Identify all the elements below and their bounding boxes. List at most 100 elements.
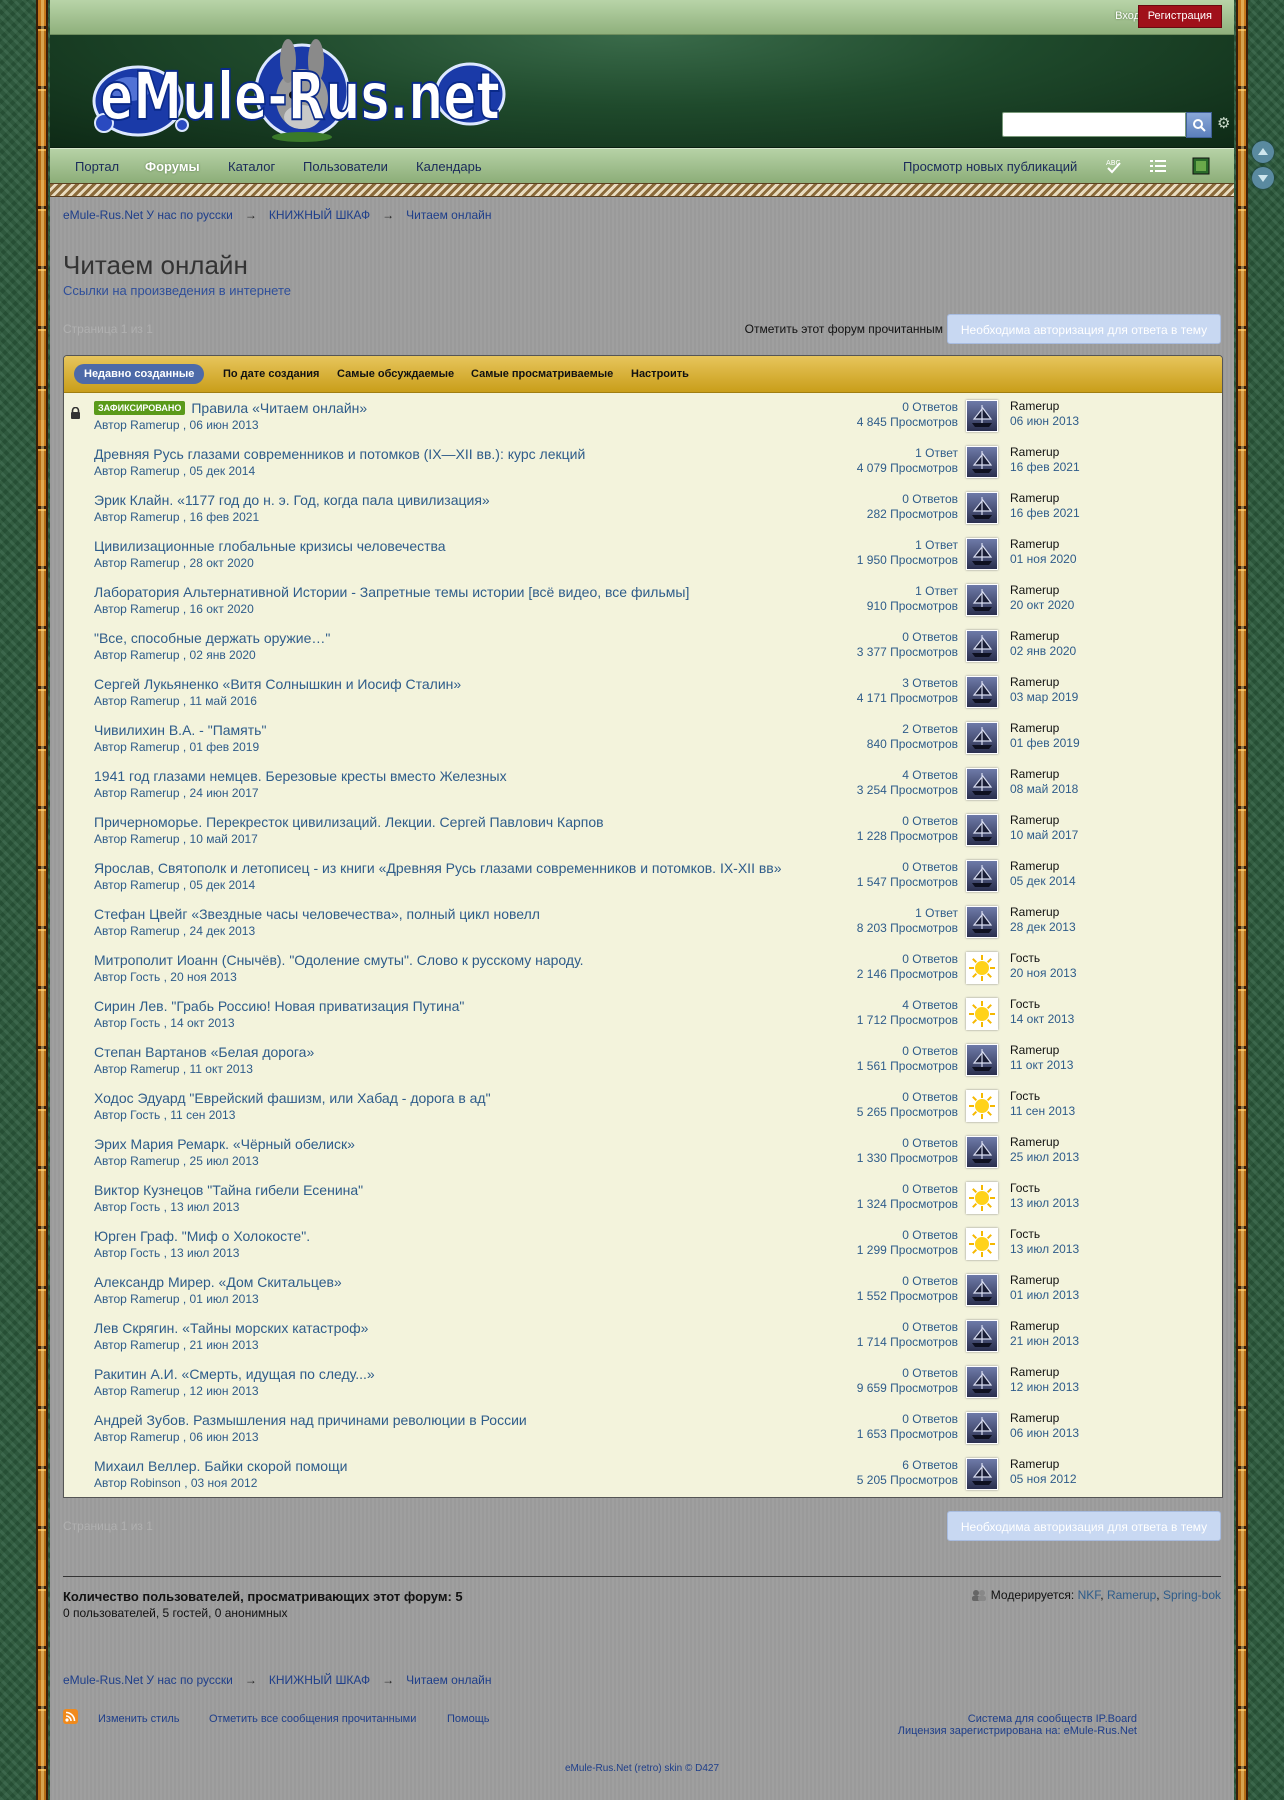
last-poster-name[interactable]: Гость [1010,997,1040,1011]
last-poster-avatar[interactable] [966,492,998,524]
scroll-up-button[interactable] [1252,141,1274,163]
mark-forum-read-link[interactable]: Отметить этот форум прочитанным [745,322,943,336]
topic-title-link[interactable]: Степан Вартанов «Белая дорога» [94,1044,314,1060]
last-post-date[interactable]: 02 янв 2020 [1010,644,1076,658]
topic-title-link[interactable]: Лев Скрягин. «Тайны морских катастроф» [94,1320,368,1336]
nav-new-posts[interactable]: Просмотр новых публикаций [903,159,1077,174]
topic-title-link[interactable]: Стефан Цвейг «Звездные часы человечества… [94,906,540,922]
breadcrumb-item[interactable]: eMule-Rus.Net У нас по русски [63,1673,233,1687]
last-post-date[interactable]: 12 июн 2013 [1010,1380,1079,1394]
last-poster-name[interactable]: Ramerup [1010,445,1059,459]
sort-recent[interactable]: Недавно созданные [74,364,205,384]
last-poster-name[interactable]: Ramerup [1010,767,1059,781]
last-poster-name[interactable]: Ramerup [1010,537,1059,551]
topic-title-link[interactable]: Ракитин А.И. «Смерть, идущая по следу...… [94,1366,375,1382]
nav-portal[interactable]: Портал [75,159,119,174]
last-poster-name[interactable]: Гость [1010,1227,1040,1241]
last-poster-name[interactable]: Ramerup [1010,583,1059,597]
last-poster-avatar[interactable] [966,952,998,984]
last-poster-name[interactable]: Ramerup [1010,491,1059,505]
last-post-date[interactable]: 21 июн 2013 [1010,1334,1079,1348]
last-poster-avatar[interactable] [966,1090,998,1122]
last-post-date[interactable]: 08 май 2018 [1010,782,1078,796]
search-input[interactable] [1002,112,1186,137]
topic-title-link[interactable]: Александр Мирер. «Дом Скитальцев» [94,1274,342,1290]
topic-title-link[interactable]: "Все, способные держать оружие…" [94,630,330,646]
last-poster-name[interactable]: Ramerup [1010,1319,1059,1333]
last-poster-avatar[interactable] [966,1228,998,1260]
last-post-date[interactable]: 16 фев 2021 [1010,506,1080,520]
last-poster-avatar[interactable] [966,860,998,892]
nav-calendar[interactable]: Календарь [416,159,482,174]
topic-title-link[interactable]: Причерноморье. Перекресток цивилизаций. … [94,814,604,830]
last-poster-avatar[interactable] [966,446,998,478]
last-post-date[interactable]: 05 ноя 2012 [1010,1472,1077,1486]
last-post-date[interactable]: 01 ноя 2020 [1010,552,1077,566]
sort-most-replies[interactable]: Самые обсуждаемые [337,368,454,380]
moderator-link[interactable]: Ramerup [1107,1588,1156,1602]
last-poster-avatar[interactable] [966,906,998,938]
last-poster-name[interactable]: Ramerup [1010,859,1059,873]
topic-title-link[interactable]: Эрих Мария Ремарк. «Чёрный обелиск» [94,1136,355,1152]
topic-title-link[interactable]: Правила «Читаем онлайн» [191,400,367,416]
last-post-date[interactable]: 06 июн 2013 [1010,1426,1079,1440]
topic-title-link[interactable]: Ярослав, Святополк и летописец - из книг… [94,860,782,876]
login-link[interactable]: Вход [1115,10,1140,22]
breadcrumb-item[interactable]: Читаем онлайн [406,208,491,222]
last-post-date[interactable]: 03 мар 2019 [1010,690,1078,704]
breadcrumb-item[interactable]: КНИЖНЫЙ ШКАФ [269,208,370,222]
last-post-date[interactable]: 01 фев 2019 [1010,736,1080,750]
search-options-gear-icon[interactable]: ⚙ [1217,114,1230,132]
last-poster-avatar[interactable] [966,1366,998,1398]
ipboard-credit[interactable]: Система для сообществ IP.Board [968,1713,1137,1725]
last-poster-avatar[interactable] [966,1136,998,1168]
topic-title-link[interactable]: Юрген Граф. "Миф о Холокосте". [94,1228,310,1244]
last-poster-name[interactable]: Ramerup [1010,813,1059,827]
last-post-date[interactable]: 13 июл 2013 [1010,1242,1079,1256]
sort-by-date[interactable]: По дате создания [223,368,319,380]
breadcrumb-item[interactable]: Читаем онлайн [406,1673,491,1687]
sort-most-views[interactable]: Самые просматриваемые [471,368,613,380]
nav-users[interactable]: Пользователи [303,159,388,174]
topic-title-link[interactable]: 1941 год глазами немцев. Березовые крест… [94,768,507,784]
sort-customize[interactable]: Настроить [631,368,689,380]
topic-title-link[interactable]: Древняя Русь глазами современников и пот… [94,446,585,462]
last-poster-avatar[interactable] [966,814,998,846]
last-poster-avatar[interactable] [966,1320,998,1352]
breadcrumb-item[interactable]: eMule-Rus.Net У нас по русски [63,208,233,222]
last-poster-name[interactable]: Ramerup [1010,721,1059,735]
last-poster-name[interactable]: Ramerup [1010,1457,1059,1471]
last-poster-name[interactable]: Ramerup [1010,675,1059,689]
last-post-date[interactable]: 16 фев 2021 [1010,460,1080,474]
last-poster-avatar[interactable] [966,1182,998,1214]
topic-title-link[interactable]: Митрополит Иоанн (Снычёв). "Одоление сму… [94,952,584,968]
topic-title-link[interactable]: Сирин Лев. "Грабь Россию! Новая приватиз… [94,998,464,1014]
last-poster-avatar[interactable] [966,1412,998,1444]
last-post-date[interactable]: 14 окт 2013 [1010,1012,1074,1026]
nav-catalog[interactable]: Каталог [228,159,275,174]
last-post-date[interactable]: 10 май 2017 [1010,828,1078,842]
moderator-link[interactable]: NKF [1078,1588,1101,1602]
breadcrumb-item[interactable]: КНИЖНЫЙ ШКАФ [269,1673,370,1687]
nav-forums[interactable]: Форумы [145,159,200,174]
site-logo[interactable]: eMule-Rus.net [90,39,510,143]
last-post-date[interactable]: 11 сен 2013 [1010,1104,1075,1118]
scroll-down-button[interactable] [1252,167,1274,189]
topic-title-link[interactable]: Эрик Клайн. «1177 год до н. э. Год, когд… [94,492,490,508]
topic-title-link[interactable]: Сергей Лукьяненко «Витя Солнышкин и Иоси… [94,676,461,692]
reply-button-bottom[interactable]: Необходима авторизация для ответа в тему [947,1511,1221,1541]
last-poster-name[interactable]: Ramerup [1010,1043,1059,1057]
last-poster-name[interactable]: Ramerup [1010,1365,1059,1379]
last-poster-name[interactable]: Ramerup [1010,1273,1059,1287]
topic-title-link[interactable]: Андрей Зубов. Размышления над причинами … [94,1412,527,1428]
topic-title-link[interactable]: Цивилизационные глобальные кризисы челов… [94,538,446,554]
last-post-date[interactable]: 11 окт 2013 [1010,1058,1073,1072]
last-poster-avatar[interactable] [966,722,998,754]
last-poster-avatar[interactable] [966,676,998,708]
topic-title-link[interactable]: Лаборатория Альтернативной Истории - Зап… [94,584,689,600]
last-poster-avatar[interactable] [966,1458,998,1490]
search-button[interactable] [1186,112,1212,138]
last-post-date[interactable]: 25 июл 2013 [1010,1150,1079,1164]
last-poster-name[interactable]: Ramerup [1010,629,1059,643]
last-post-date[interactable]: 13 июл 2013 [1010,1196,1079,1210]
